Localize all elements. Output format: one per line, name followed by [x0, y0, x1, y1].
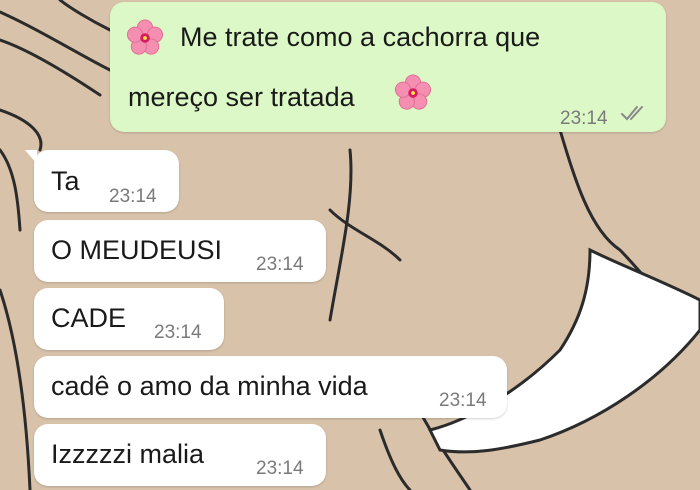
incoming-message[interactable]: O MEUDEUSI 23:14 — [34, 220, 326, 282]
message-text: cadê o amo da minha vida — [51, 371, 368, 401]
incoming-message[interactable]: Izzzzzi malia 23:14 — [34, 424, 326, 486]
message-text: Ta — [51, 166, 80, 196]
message-timestamp: 23:14 — [560, 108, 608, 129]
cherry-blossom-icon — [126, 19, 164, 57]
message-text: Izzzzzi malia — [51, 439, 205, 469]
message-text-line1: Me trate como a cachorra que — [180, 22, 541, 52]
message-timestamp: 23:14 — [154, 322, 202, 343]
message-timestamp: 23:14 — [256, 254, 304, 275]
message-timestamp: 23:14 — [439, 390, 487, 411]
bubble-tail — [25, 150, 37, 164]
message-text-line2: mereço ser tratada — [128, 82, 355, 112]
message-timestamp: 23:14 — [256, 458, 304, 479]
cherry-blossom-icon — [394, 74, 432, 112]
read-double-check-icon — [621, 106, 643, 121]
message-timestamp: 23:14 — [109, 186, 157, 207]
incoming-message[interactable]: cadê o amo da minha vida 23:14 — [34, 356, 507, 418]
message-text: O MEUDEUSI — [51, 235, 223, 265]
message-text: CADE — [51, 303, 127, 333]
incoming-message[interactable]: CADE 23:14 — [34, 288, 224, 350]
incoming-message[interactable]: Ta 23:14 — [25, 150, 179, 212]
outgoing-message[interactable]: Me trate como a cachorra que mereço ser … — [110, 2, 666, 132]
